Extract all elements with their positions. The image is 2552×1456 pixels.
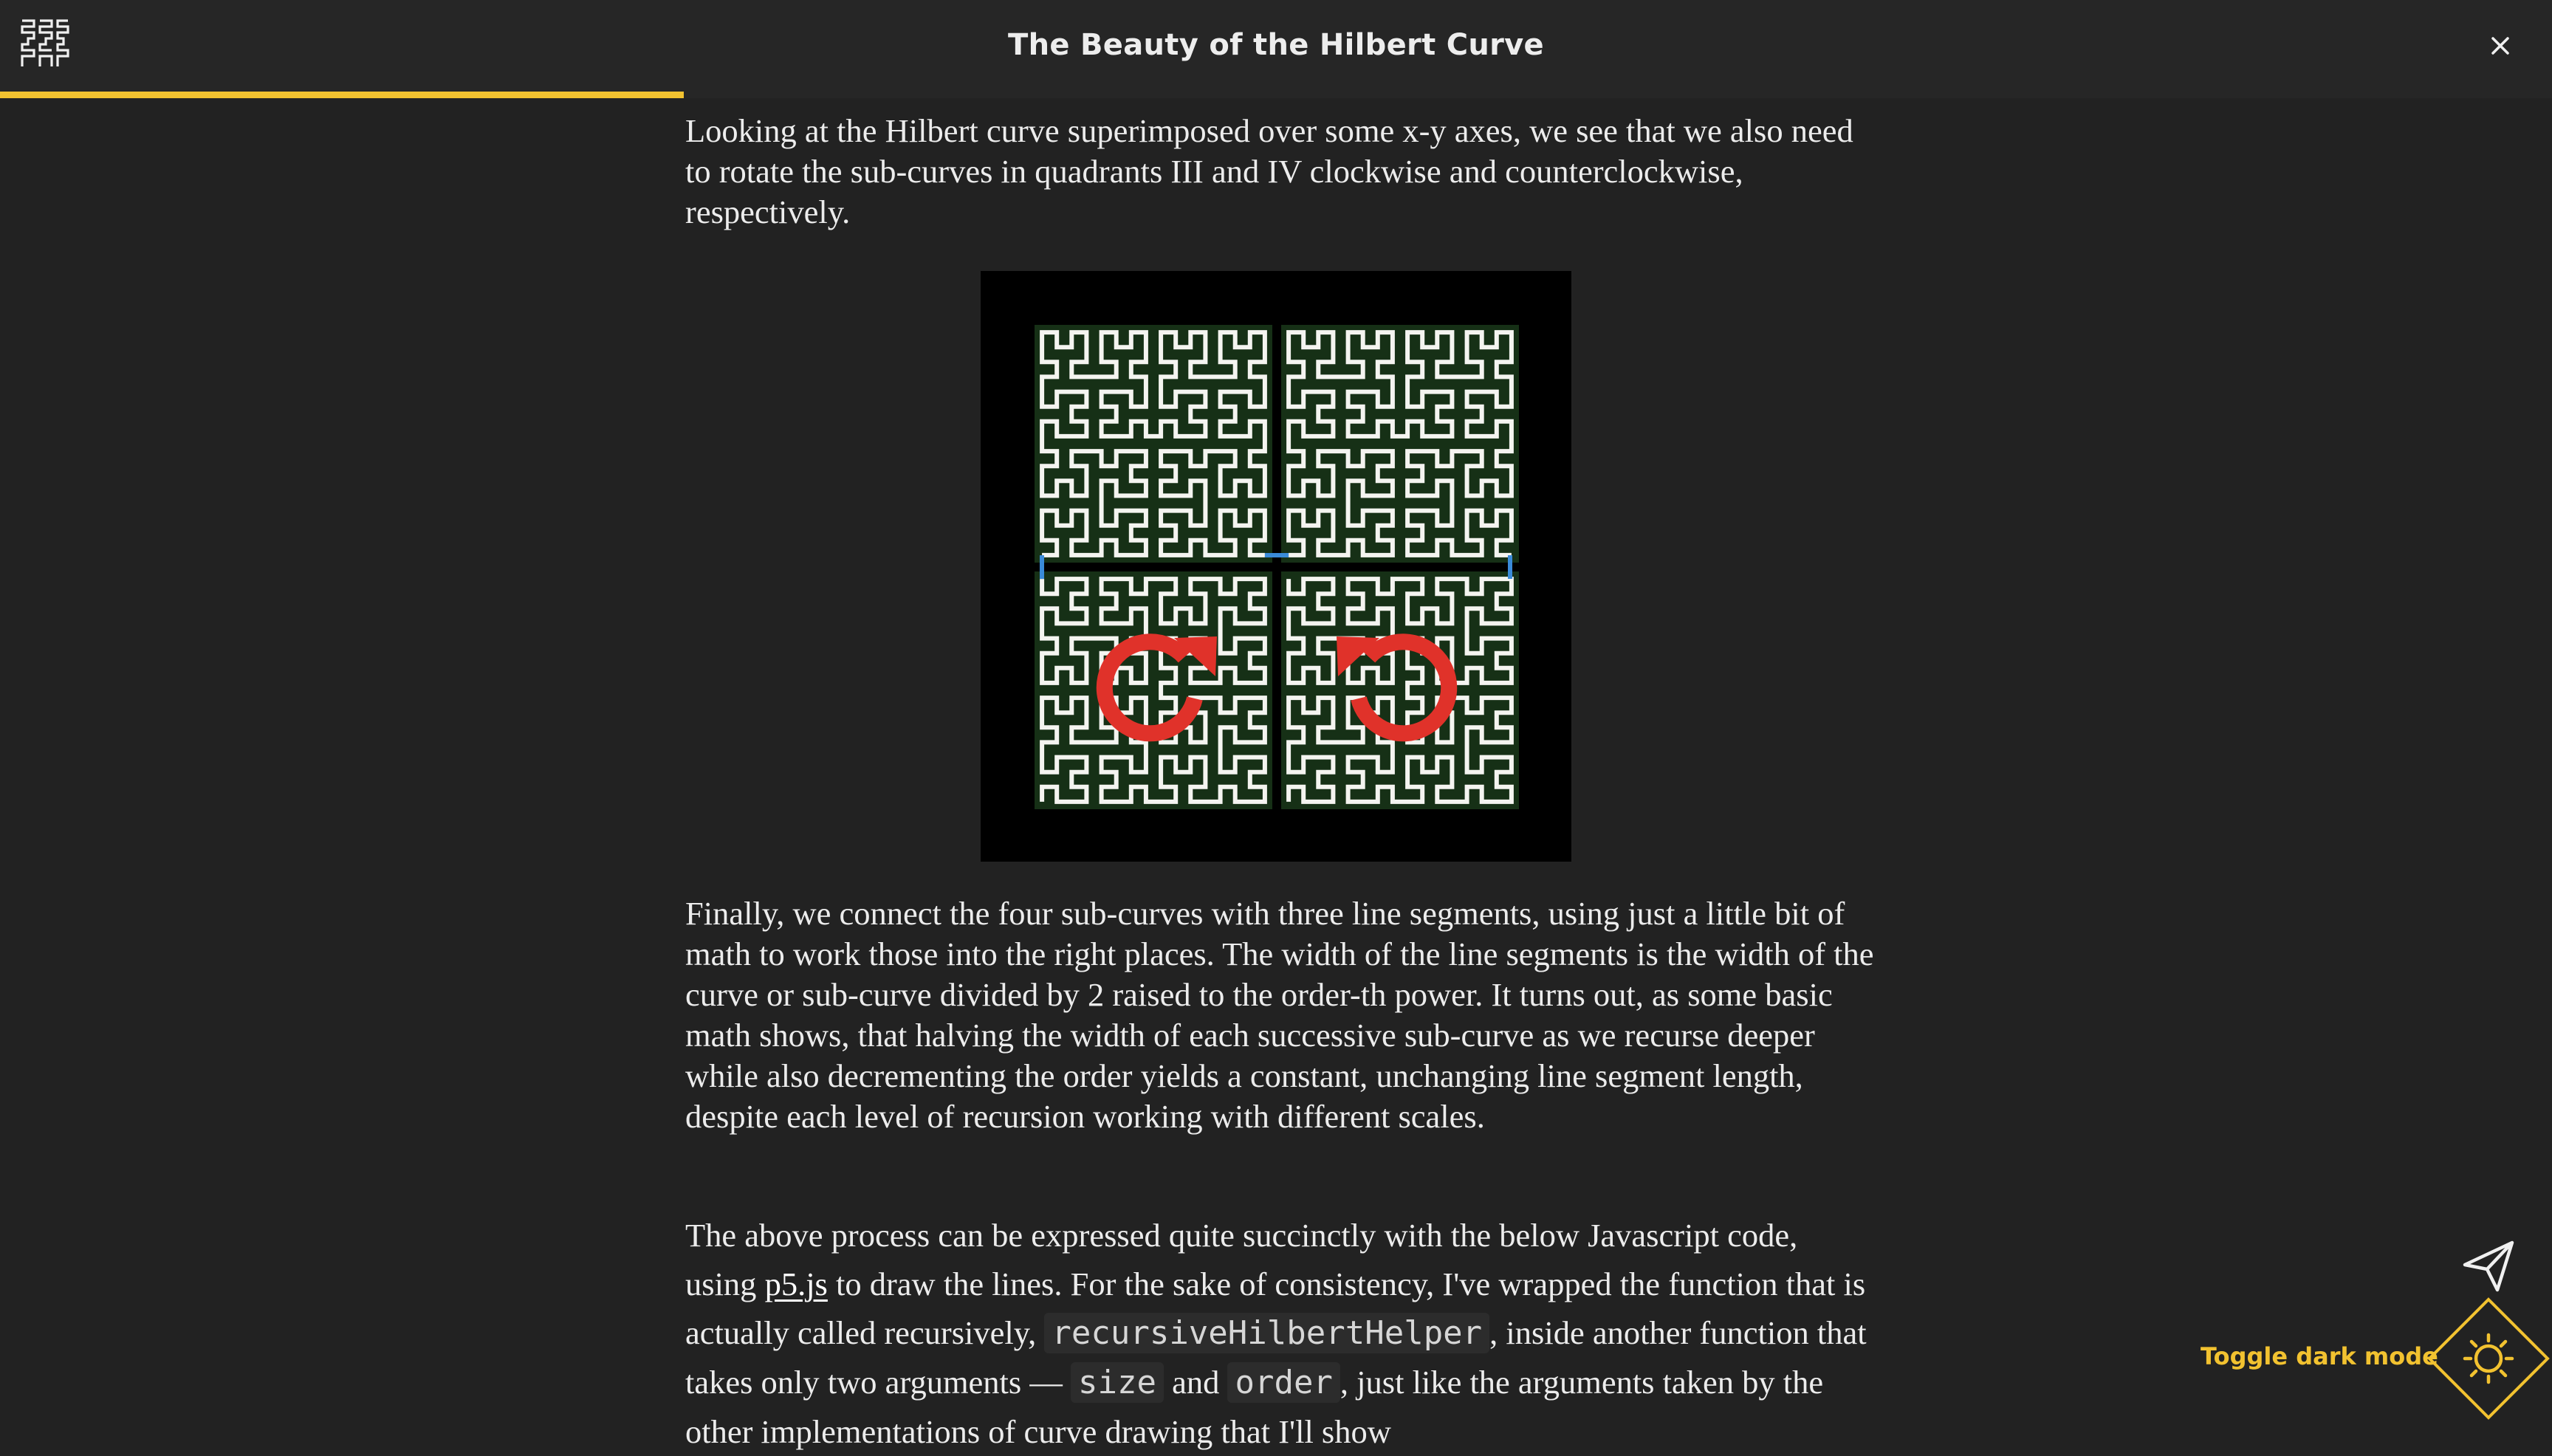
reading-progress-fill [0, 92, 685, 98]
sun-icon[interactable] [2426, 1297, 2552, 1424]
paragraph-line-segments: Finally, we connect the four sub-curves … [685, 895, 1874, 1135]
toggle-dark-mode-label[interactable]: Toggle dark mode [2201, 1342, 2438, 1370]
paragraph-javascript: The above process can be expressed quite… [685, 1211, 1874, 1456]
reading-progress-bar [0, 92, 2552, 98]
close-icon[interactable] [2481, 27, 2520, 65]
page-title: The Beauty of the Hilbert Curve [1008, 28, 1544, 62]
hilbert-curve-figure [981, 271, 1571, 862]
p5js-link[interactable]: p5.js [765, 1266, 828, 1302]
inline-code-size: size [1070, 1362, 1164, 1403]
inline-code-helper: recursiveHilbertHelper [1044, 1313, 1490, 1353]
paragraph-text: and [1163, 1364, 1228, 1401]
paragraph-rotation: Looking at the Hilbert curve superimpose… [685, 112, 1853, 230]
hilbert-curve-image [981, 271, 1571, 862]
inline-code-order: order [1227, 1362, 1340, 1403]
paper-plane-icon[interactable] [2459, 1237, 2518, 1296]
top-bar: The Beauty of the Hilbert Curve [0, 0, 2552, 93]
